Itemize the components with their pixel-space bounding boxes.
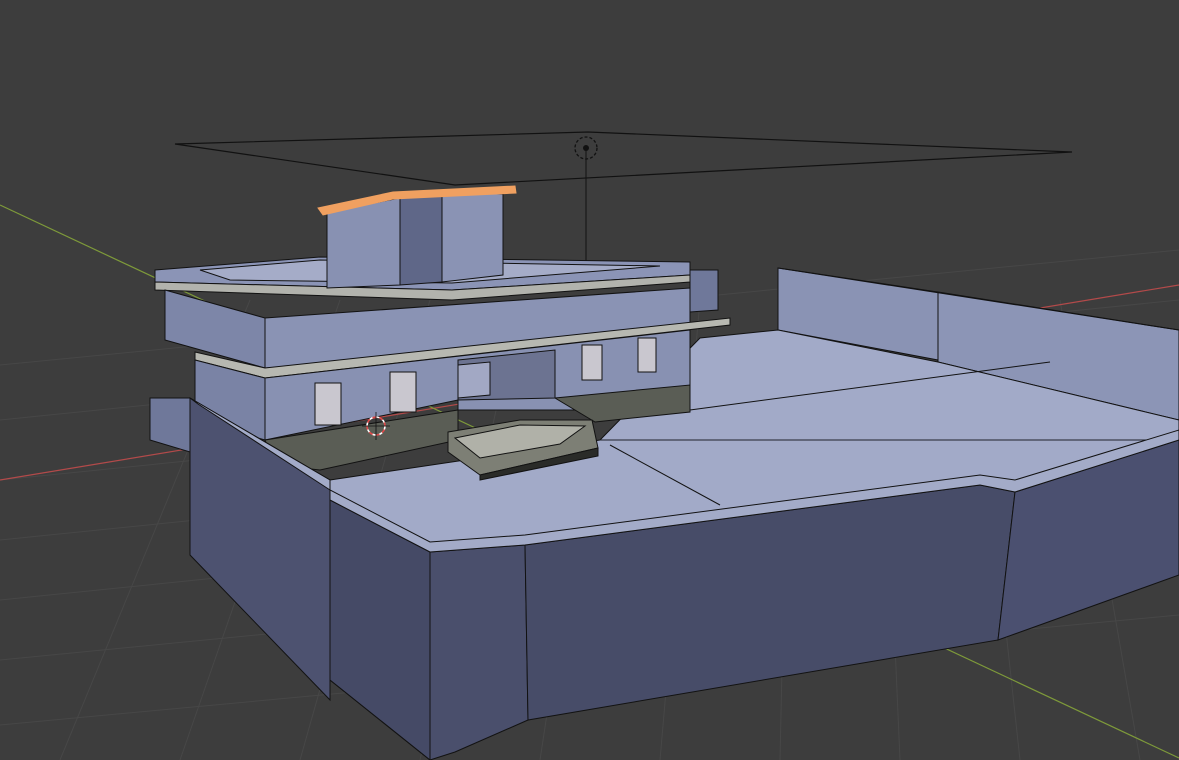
scene-canvas[interactable]: [0, 0, 1179, 760]
roof[interactable]: [317, 185, 517, 289]
3d-viewport[interactable]: [0, 0, 1179, 760]
area-light[interactable]: [174, 131, 1073, 275]
